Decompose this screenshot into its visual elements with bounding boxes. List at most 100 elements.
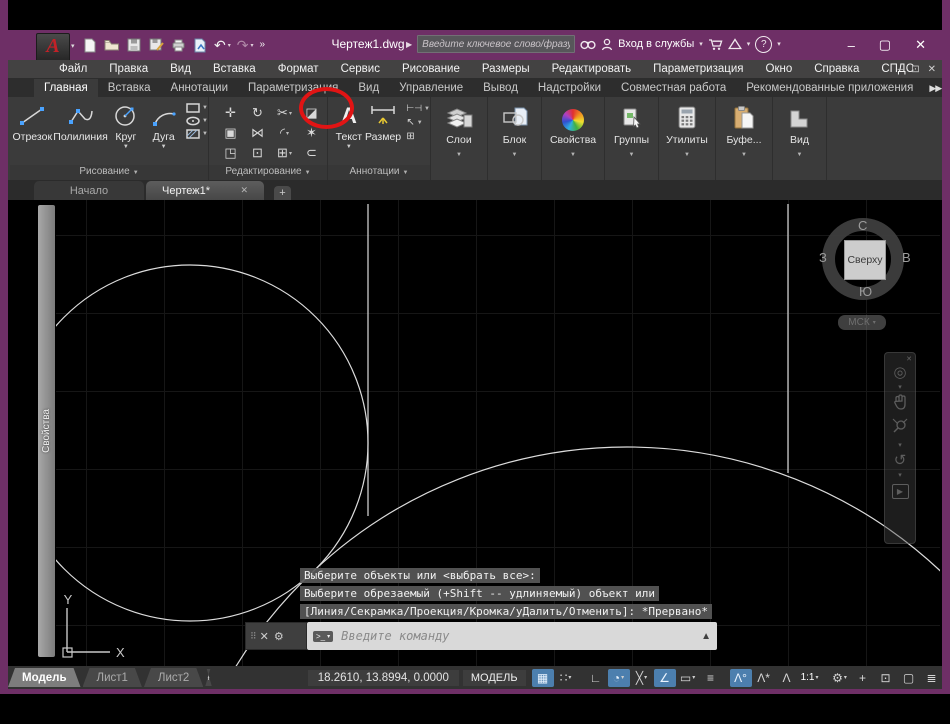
ribbon-tab-parametric[interactable]: Параметризация [238,79,348,97]
viewcube-west-label[interactable]: З [819,250,827,265]
file-tab-close-icon[interactable]: ✕ [240,185,248,196]
layout-tab-list1[interactable]: Лист1 [83,668,142,687]
zoom-caret-icon[interactable]: ▾ [898,441,902,451]
trim-caret-icon[interactable]: ▾ [289,110,292,117]
layout-tab-add-button[interactable]: + [205,669,211,686]
scale-button[interactable]: ⊡ [244,143,271,163]
dynamic-ucs-toggle[interactable]: ▭ ▾ [677,669,699,687]
panel-block-caret-icon[interactable]: ▼ [512,152,518,158]
gear-caret-icon[interactable]: ▾ [844,674,847,681]
dim-linear-button[interactable]: ⊢⊣ ▼ [406,103,430,114]
panel-layers[interactable]: Слои ▼ [431,97,488,180]
ribbon-tab-manage[interactable]: Управление [389,79,473,97]
undo-icon[interactable]: ↶ [214,37,226,53]
panel-draw-footer[interactable]: Рисование ▼ [10,165,208,180]
save-icon[interactable] [126,37,142,53]
panel-utilities[interactable]: Утилиты ▼ [659,97,716,180]
properties-palette-tab[interactable]: Свойства [38,205,55,657]
close-button[interactable]: ✕ [915,37,926,53]
scale-caret-icon[interactable]: ▾ [815,674,818,681]
cart-icon[interactable] [708,35,723,53]
model-space-button[interactable]: МОДЕЛЬ [462,669,526,686]
mirror-button[interactable]: ⋈ [244,123,271,143]
command-prompt-icon[interactable]: >_ ▾ [313,630,334,642]
ortho-toggle[interactable]: ∟ [585,669,607,687]
crosshair-button[interactable]: + [852,669,874,687]
move-button[interactable]: ✛ [217,103,244,123]
customization-gear-button[interactable]: ⚙ ▾ [829,669,851,687]
search-binoculars-icon[interactable] [580,35,596,53]
rectangle-caret-icon[interactable]: ▼ [202,105,208,111]
ribbon-tab-overflow-icon[interactable]: ▶▶ [923,80,947,97]
command-bar-customize-icon[interactable]: ⚙ [274,630,284,643]
publish-icon[interactable] [192,37,208,53]
help-caret-icon[interactable]: ▾ [777,40,781,48]
orbit-icon[interactable]: ↺ [894,451,907,471]
arc-button[interactable]: Дуга ▼ [145,101,182,150]
leader-caret-icon[interactable]: ▼ [417,120,423,126]
panel-view[interactable]: Вид ▼ [773,97,827,180]
help-icon[interactable]: ? [755,35,773,53]
polar-tracking-toggle[interactable]: ◔ ▾ [607,668,630,687]
annotation-autoscale-toggle[interactable]: Λ* [753,669,775,687]
panel-properties[interactable]: Свойства ▼ [542,97,605,180]
ribbon-tab-featured-apps[interactable]: Рекомендованные приложения [736,79,923,97]
minimize-button[interactable]: – [848,38,855,53]
status-menu-button[interactable]: ≣ [921,669,943,687]
object-snap-tracking-toggle[interactable]: ╳ ▾ [631,669,653,687]
circle-button[interactable]: Круг ▼ [107,101,146,150]
viewcube-south-label[interactable]: Ю [859,284,872,299]
hatch-caret-icon[interactable]: ▼ [202,131,208,137]
save-as-icon[interactable] [148,37,164,53]
snap-caret-icon[interactable]: ▾ [568,674,571,681]
text-button[interactable]: A Текст ▼ [334,101,364,150]
ribbon-tab-home[interactable]: Главная [34,79,98,97]
plot-icon[interactable] [170,37,186,53]
navigation-wheel-icon[interactable]: ◎ [893,363,906,383]
menu-draw[interactable]: Рисование [391,63,471,75]
menu-window[interactable]: Окно [755,63,804,75]
fillet-caret-icon[interactable]: ▾ [286,130,289,137]
annotation-scale-button[interactable]: 1:1 ▾ [799,669,821,687]
panel-properties-caret-icon[interactable]: ▼ [570,152,576,158]
panel-utilities-caret-icon[interactable]: ▼ [684,152,690,158]
ribbon-tab-insert[interactable]: Вставка [98,79,161,97]
menu-file[interactable]: Файл [48,63,98,75]
annotation-visibility-toggle[interactable]: Λ° [729,668,752,687]
exchange-apps-icon[interactable] [727,35,742,53]
navigation-wheel-caret-icon[interactable]: ▾ [898,383,902,393]
undo-caret-icon[interactable]: ▾ [228,42,231,49]
circle-caret-icon[interactable]: ▼ [123,144,129,150]
new-file-icon[interactable] [82,37,98,53]
exchange-caret-icon[interactable]: ▾ [747,40,751,48]
ribbon-tab-collaborate[interactable]: Совместная работа [611,79,736,97]
qat-overflow-icon[interactable]: » [260,37,266,53]
trim-button[interactable]: ✂ ▾ [271,103,298,123]
command-input[interactable] [339,628,696,644]
maximize-button[interactable]: ▢ [879,37,891,53]
command-history-expand-icon[interactable]: ▲ [701,631,711,642]
mdi-minimize-button[interactable]: – [898,64,904,75]
menu-modify[interactable]: Редактировать [541,63,642,75]
dynucs-caret-icon[interactable]: ▾ [692,674,695,681]
viewcube-north-label[interactable]: С [858,218,867,233]
menu-view[interactable]: Вид [159,63,202,75]
menu-format[interactable]: Формат [267,63,330,75]
open-folder-icon[interactable] [104,37,120,53]
panel-clipboard[interactable]: Буфе... ▼ [716,97,773,180]
panel-layers-caret-icon[interactable]: ▼ [456,152,462,158]
menu-tools[interactable]: Сервис [330,63,391,75]
file-tab-add-button[interactable]: + [274,186,291,200]
dimension-button[interactable]: Размер [364,101,403,143]
command-bar-grip-icon[interactable]: ⠿ [250,631,256,642]
ribbon-tab-annotate[interactable]: Аннотации [161,79,238,97]
viewcube-wcs-button[interactable]: МСК ▾ [838,315,886,330]
ribbon-tab-output[interactable]: Вывод [473,79,528,97]
zoom-icon[interactable] [891,417,909,441]
isolate-objects-button[interactable]: ⊡ [875,669,897,687]
drawing-canvas[interactable]: Свойства Y X Сверху С Ю З В МСК ▾ ✕ ◎ ▾ … [8,200,942,666]
line-button[interactable]: Отрезок [10,101,55,143]
layout-tab-list2[interactable]: Лист2 [144,668,203,687]
app-logo-caret-icon[interactable]: ▾ [71,42,75,50]
copy-button[interactable]: ▣ [217,123,244,143]
